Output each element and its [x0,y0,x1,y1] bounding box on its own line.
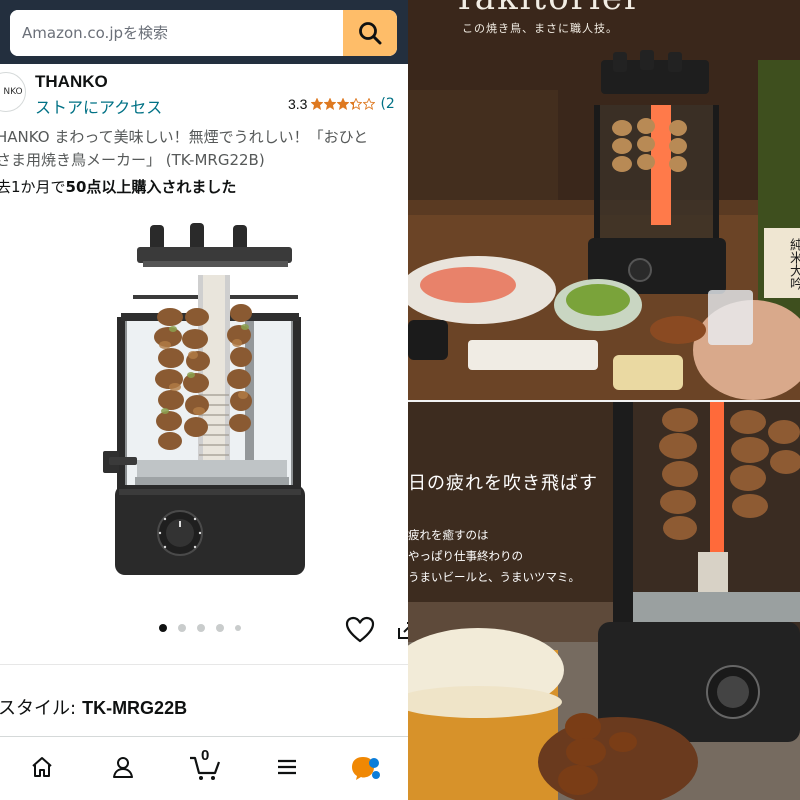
product-title[interactable]: HANKO まわって美味しい！無煙でうれしい！「おひと さま用焼き鳥メーカー」 … [0,126,408,172]
sub-copy: 疲れを癒すのは やっぱり仕事終わりの うまいビールと、うまいツマミ。 [408,525,580,588]
bottom-navigation: 0 [0,736,408,800]
nav-menu[interactable] [267,755,307,795]
search-icon [359,22,382,45]
share-icon [398,622,408,639]
carousel-dot[interactable] [235,625,241,631]
visit-store-link[interactable]: ストアにアクセス [35,94,162,118]
brand-logo[interactable]: NKO [0,72,26,112]
photo-caption: この焼き鳥、まさに職人技。 [462,22,618,35]
sub-copy-line-3: うまいビールと、うまいツマミ。 [408,570,581,584]
style-value: TK-MRG22B [82,698,188,718]
carousel-dot[interactable] [216,624,224,632]
sub-copy-line-2: やっぱり仕事終わりの [408,549,523,563]
image-carousel-dots[interactable] [159,624,252,632]
lifestyle-photo-top: Yakitorier この焼き鳥、まさに職人技。 純米大吟 [408,0,800,400]
store-row: NKO THANKO ストアにアクセス 3.3 (2 [0,70,408,120]
search-input[interactable] [10,10,343,56]
star-icon [337,98,350,110]
search-header [0,0,408,64]
amazon-product-page: NKO THANKO ストアにアクセス 3.3 (2 HANKO まわって美味し… [0,0,408,800]
section-divider [0,664,408,665]
nav-account[interactable] [103,755,143,795]
share-button[interactable] [396,618,408,642]
star-icon [324,98,337,110]
lifestyle-photo-bottom: 日の疲れを吹き飛ばす 疲れを癒すのは やっぱり仕事終わりの うまいビールと、うま… [408,402,800,800]
home-icon [32,757,52,777]
carousel-dot[interactable] [197,624,205,632]
rating-summary[interactable]: 3.3 (2 [288,96,395,112]
brand-logo-text: NKO [3,87,23,97]
rating-stars [311,98,376,110]
sake-bottle-label: 純米大吟 [787,238,800,290]
nav-home[interactable] [22,755,62,795]
purchase-count-bold: 50点以上購入されました [65,178,237,196]
brand-script-logo: Yakitorier [453,0,642,18]
purchase-count-prefix: 去1か月で [0,178,66,196]
style-label: スタイル: [0,698,77,719]
carousel-dot[interactable] [178,624,186,632]
brand-name[interactable]: THANKO [35,72,108,92]
heart-icon [345,616,375,643]
yakitori-grill-product-image[interactable] [95,215,310,580]
star-icon [350,98,363,110]
nav-rufus[interactable] [346,755,386,795]
sub-copy-line-1: 疲れを癒すのは [408,528,489,542]
product-title-line-2: さま用焼き鳥メーカー」 (TK-MRG22B) [0,151,265,169]
star-icon [363,98,376,110]
carousel-dot[interactable] [159,624,167,632]
user-icon [113,757,133,778]
rating-number: 3.3 [288,96,308,112]
search-box[interactable] [10,10,397,56]
style-selector[interactable]: スタイル: TK-MRG22B [0,694,187,720]
wishlist-button[interactable] [345,616,375,644]
purchase-count: 去1か月で50点以上購入されました [0,176,236,197]
nav-cart[interactable]: 0 [186,747,226,795]
yakitori-bar-scene-image [408,0,800,400]
headline-copy: 日の疲れを吹き飛ばす [408,473,598,494]
star-icon [311,98,324,110]
review-count[interactable]: (2 [380,96,394,112]
product-title-line-1: HANKO まわって美味しい！無煙でうれしい！「おひと [0,128,369,146]
menu-icon [278,759,296,775]
beer-and-yakitori-image [408,402,800,800]
cart-count: 0 [201,747,210,764]
rufus-icon [352,757,380,780]
search-button[interactable] [343,10,397,56]
